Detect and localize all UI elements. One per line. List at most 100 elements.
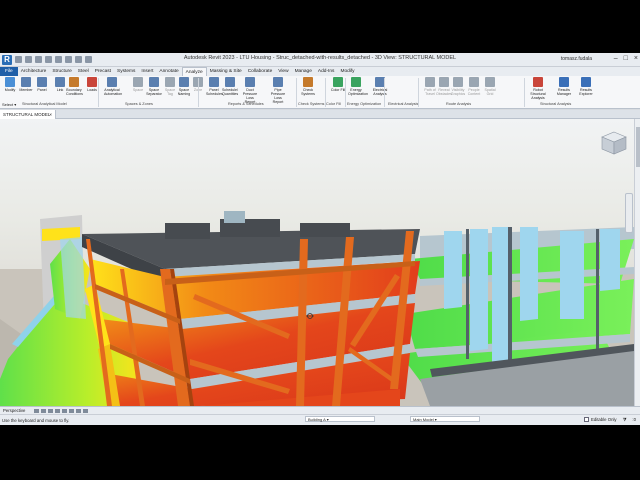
tool-label: Spatial Grid (484, 88, 496, 96)
tab-manage[interactable]: Manage (292, 67, 315, 76)
group-label-energy-optimization[interactable]: Energy Optimization (347, 102, 381, 106)
group-label-spaces-zones[interactable]: Spaces & Zones (125, 102, 153, 106)
maximize-icon[interactable]: □ (624, 55, 628, 62)
view-tab-bar: STRUCTURAL MODEL × (0, 110, 640, 119)
vertical-scrollbar[interactable] (634, 119, 640, 406)
detail-level-icon[interactable] (34, 409, 39, 413)
scroll-thumb[interactable] (636, 127, 640, 167)
close-tab-icon[interactable]: × (49, 110, 52, 119)
editable-only-toggle[interactable]: Editable Only (584, 417, 617, 423)
letterbox-top (0, 0, 640, 53)
tool-electrical-analysis-button[interactable]: Electrical Analysis (372, 77, 388, 101)
perspective-label[interactable]: Perspective (3, 408, 25, 413)
pipe-pressure-loss-report-icon (273, 77, 283, 87)
minimize-icon[interactable]: – (614, 55, 618, 62)
selection-count: :0 (632, 417, 636, 423)
tool-color-fill-button[interactable]: Color Fill (330, 77, 346, 101)
tool-visibility-graphics-button[interactable]: Visibility Graphics (450, 77, 466, 101)
robot-structural-analysis-icon (533, 77, 543, 87)
tool-space-separator-button[interactable]: Space Separator (146, 77, 162, 101)
tool-panel-button[interactable]: Panel (34, 77, 50, 101)
space-separator-icon (149, 77, 159, 87)
group-label-structural-analysis[interactable]: Structural Analysis (540, 102, 571, 106)
group-separator (325, 78, 326, 107)
tool-label: Boundary Conditions (66, 88, 83, 96)
group-label-electrical-analysis[interactable]: Electrical Analysis (388, 102, 418, 106)
tool-panel-schedules-button[interactable]: Panel Schedules (206, 77, 223, 101)
boundary-conditions-icon (69, 77, 79, 87)
tool-label: Space (132, 88, 144, 92)
tab-modify[interactable]: Modify (337, 67, 357, 76)
visual-style-icon[interactable] (41, 409, 46, 413)
workset-dropdown[interactable]: Building A ▾ (305, 416, 375, 422)
tab-analyze[interactable]: Analyze (181, 67, 207, 76)
tool-schedule-quantities-button[interactable]: Schedule/ Quantities (222, 77, 238, 101)
shadows-icon[interactable] (55, 409, 60, 413)
building-model-render (0, 211, 634, 406)
tool-member-button[interactable]: Member (18, 77, 34, 101)
tool-results-manager-button[interactable]: Results Manager (556, 77, 572, 101)
tab-steel[interactable]: Steel (75, 67, 92, 76)
energy-optimization-icon (351, 77, 361, 87)
revit-window: R Autodesk Revit 2023 - LTU Housing - St… (0, 53, 640, 425)
tool-label: Space Separator (146, 88, 162, 96)
tab-view[interactable]: View (275, 67, 291, 76)
tool-pipe-pressure-loss-report-button[interactable]: Pipe Pressure Loss Report (270, 77, 286, 104)
close-icon[interactable]: × (634, 55, 638, 62)
tool-label: Panel (37, 88, 47, 92)
group-separator (524, 78, 525, 107)
tool-label: Robot Structural Analysis (530, 88, 546, 100)
tool-energy-optimization-button[interactable]: Energy Optimization (348, 77, 368, 101)
sun-path-icon[interactable] (48, 409, 53, 413)
3d-viewport[interactable] (0, 119, 634, 406)
member-icon (21, 77, 31, 87)
tool-spatial-grid-button[interactable]: Spatial Grid (482, 77, 498, 101)
reveal-hidden-icon[interactable] (83, 409, 88, 413)
lock-view-icon[interactable] (69, 409, 74, 413)
group-label-reports-schedules[interactable]: Reports & Schedules (228, 102, 264, 106)
design-option-dropdown[interactable]: Main Model ▾ (410, 416, 480, 422)
tab-precast[interactable]: Precast (92, 67, 114, 76)
tab-structural-model[interactable]: STRUCTURAL MODEL × (0, 110, 56, 119)
visibility-graphics-icon (453, 77, 463, 87)
tool-analytical-automation-button[interactable]: Analytical Automation (104, 77, 122, 101)
tool-space-button[interactable]: Space (130, 77, 146, 101)
group-label-color-fill[interactable]: Color Fill (326, 102, 341, 106)
path-of-travel-icon (425, 77, 435, 87)
tool-modify-button[interactable]: Modify (2, 77, 18, 101)
tool-label: Modify (4, 88, 16, 92)
hide-isolate-icon[interactable] (76, 409, 81, 413)
results-explorer-icon (581, 77, 591, 87)
view-control-icons (34, 409, 88, 413)
tool-results-explorer-button[interactable]: Results Explorer (578, 77, 594, 101)
group-label-route-analysis[interactable]: Route Analysis (446, 102, 471, 106)
tab-add-ins[interactable]: Add-Ins (315, 67, 338, 76)
tab-structure[interactable]: Structure (49, 67, 74, 76)
panel-icon (37, 77, 47, 87)
tab-annotate[interactable]: Annotate (156, 67, 181, 76)
user-name[interactable]: tomasz.fudala (561, 56, 592, 62)
tool-check-systems-button[interactable]: Check Systems (300, 77, 316, 101)
tab-architecture[interactable]: Architecture (18, 67, 50, 76)
navigation-bar[interactable] (625, 193, 633, 233)
tool-boundary-conditions-button[interactable]: Boundary Conditions (66, 77, 83, 101)
render-icon[interactable] (62, 409, 67, 413)
viewcube[interactable] (600, 130, 628, 156)
select-dropdown[interactable]: Select ▾ (0, 101, 24, 109)
tab-file[interactable]: File (0, 67, 18, 76)
tab-insert[interactable]: Insert (138, 67, 156, 76)
tool-people-content-button[interactable]: People Content (466, 77, 482, 101)
tool-duct-pressure-loss-report-button[interactable]: Duct Pressure Loss Report (242, 77, 258, 104)
tab-massing-site[interactable]: Massing & Site (207, 67, 245, 76)
tool-robot-structural-analysis-button[interactable]: Robot Structural Analysis (530, 77, 546, 101)
group-label-structural-analytical-model[interactable]: Structural Analytical Model (22, 102, 67, 106)
tab-collaborate[interactable]: Collaborate (245, 67, 276, 76)
filter-icon[interactable]: ⧩ (623, 417, 627, 422)
ribbon-groups: Structural Analytical Model Spaces & Zone… (0, 102, 640, 108)
group-separator (98, 78, 99, 107)
results-manager-icon (559, 77, 569, 87)
check-systems-icon (303, 77, 313, 87)
view-control-bar: Perspective (0, 406, 640, 414)
group-label-check-systems[interactable]: Check Systems (298, 102, 324, 106)
tab-systems[interactable]: Systems (114, 67, 138, 76)
